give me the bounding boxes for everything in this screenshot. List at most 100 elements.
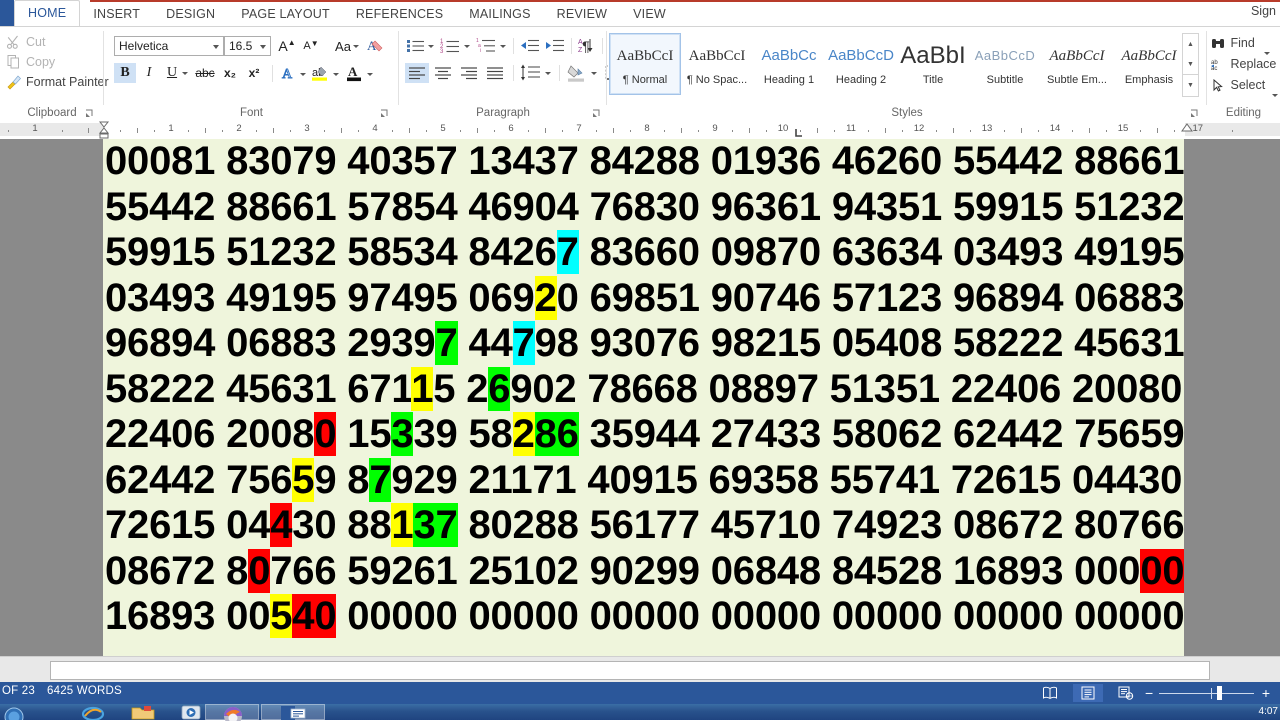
word-icon[interactable] xyxy=(261,704,325,720)
subscript-button[interactable]: x₂ xyxy=(219,63,241,83)
styles-dialog-launcher[interactable] xyxy=(1190,109,1199,118)
right-indent-marker[interactable] xyxy=(1180,123,1194,136)
line-spacing-button[interactable] xyxy=(519,63,543,83)
align-center-button[interactable] xyxy=(431,63,455,83)
document-canvas[interactable]: 00081 83079 40357 13437 84288 01936 4626… xyxy=(0,139,1280,656)
style-item-title[interactable]: AaBbI Title xyxy=(897,33,969,95)
multilevel-list-button[interactable]: 1ai xyxy=(475,36,499,55)
document-line[interactable]: 00081 83079 40357 13437 84288 01936 4626… xyxy=(103,139,1185,185)
ribbon-tab-insert[interactable]: INSERT xyxy=(80,2,153,27)
numbered-list-button[interactable]: 123 xyxy=(439,36,463,55)
ribbon-tab-references[interactable]: REFERENCES xyxy=(343,2,456,27)
font-name-combobox[interactable]: Helvetica xyxy=(114,36,224,56)
styles-scroll-up[interactable]: ▲ xyxy=(1183,34,1198,54)
ruler-tick xyxy=(222,130,223,132)
start-orb[interactable] xyxy=(0,704,32,726)
find-button[interactable]: Find xyxy=(1211,33,1271,55)
ribbon-tab-home[interactable]: HOME xyxy=(14,0,81,27)
underline-button[interactable]: U xyxy=(162,63,182,83)
text-effects-button[interactable]: A xyxy=(279,64,299,83)
web-layout-button[interactable] xyxy=(1111,684,1141,702)
document-page[interactable]: 00081 83079 40357 13437 84288 01936 4626… xyxy=(103,139,1185,656)
styles-more[interactable]: ▼ xyxy=(1183,74,1198,95)
copy-button[interactable]: Copy xyxy=(6,53,98,71)
zoom-thumb[interactable] xyxy=(1217,686,1222,700)
clipboard-dialog-launcher[interactable] xyxy=(85,109,94,118)
replace-button[interactable]: ab ac Replace xyxy=(1211,54,1276,75)
justify-button[interactable] xyxy=(483,63,507,83)
increase-indent-button[interactable] xyxy=(544,36,566,55)
internet-explorer-icon[interactable] xyxy=(70,704,116,722)
horizontal-scrollbar[interactable] xyxy=(0,656,1280,683)
document-line[interactable]: 03493 49195 97495 06920 69851 90746 5712… xyxy=(103,275,1185,322)
horizontal-ruler[interactable]: 1 1 2 3 4 5 6 7 8 9 10 11 12 13 14 15 17 xyxy=(0,120,1280,140)
styles-scrollbar[interactable]: ▲ ▼ ▼ xyxy=(1182,33,1199,97)
page-indicator[interactable]: OF 23 xyxy=(2,685,35,697)
ribbon-tab-view[interactable]: VIEW xyxy=(620,2,679,27)
style-item-heading-2[interactable]: AaBbCcD Heading 2 xyxy=(825,33,897,95)
ribbon-tab-mailings[interactable]: MAILINGS xyxy=(456,2,543,27)
shading-button[interactable] xyxy=(565,63,589,83)
ribbon-tab-page-layout[interactable]: PAGE LAYOUT xyxy=(228,2,343,27)
styles-scroll-down[interactable]: ▼ xyxy=(1183,54,1198,74)
document-line[interactable]: 22406 20080 15339 58286 35944 27433 5806… xyxy=(103,412,1185,458)
cut-button[interactable]: Cut xyxy=(6,33,98,51)
zoom-out-button[interactable]: − xyxy=(1145,685,1153,701)
document-line[interactable]: 08672 80766 59261 25102 90299 06848 8452… xyxy=(103,548,1185,595)
ruler-tick xyxy=(188,130,189,132)
style-item-no-spac[interactable]: AaBbCcI ¶ No Spac... xyxy=(681,33,753,95)
decrease-indent-button[interactable] xyxy=(519,36,541,55)
file-tab-block[interactable] xyxy=(0,0,14,27)
text-highlight-button[interactable]: ab xyxy=(310,63,332,83)
print-layout-button[interactable] xyxy=(1073,684,1103,702)
change-case-button[interactable]: Aa xyxy=(329,36,359,56)
document-line[interactable]: 62442 75659 87929 21171 40915 69358 5574… xyxy=(103,457,1184,504)
style-item-normal[interactable]: AaBbCcI ¶ Normal xyxy=(609,33,681,95)
paragraph-dialog-launcher[interactable] xyxy=(592,109,601,118)
file-explorer-icon[interactable] xyxy=(120,704,166,720)
superscript-label: x² xyxy=(248,66,260,80)
scrollbar-thumb[interactable] xyxy=(50,661,1210,680)
ruler-tick xyxy=(392,130,393,132)
font-color-button[interactable]: A xyxy=(344,63,366,83)
ribbon-tab-design[interactable]: DESIGN xyxy=(153,2,228,27)
system-clock[interactable]: 4:07 xyxy=(1259,704,1278,720)
shrink-font-button[interactable]: A ▼ xyxy=(300,36,322,56)
grow-font-button[interactable]: A ▲ xyxy=(276,36,298,56)
indent-markers[interactable] xyxy=(96,121,112,139)
tab-stop-marker[interactable] xyxy=(795,128,805,138)
superscript-button[interactable]: x² xyxy=(243,63,265,83)
styles-group-label: Styles xyxy=(891,107,923,119)
font-dialog-launcher[interactable] xyxy=(380,109,389,118)
font-size-combobox[interactable]: 16.5 xyxy=(224,36,271,56)
word-count[interactable]: 6425 WORDS xyxy=(47,685,122,697)
document-line[interactable]: 16893 00540 00000 00000 00000 00000 0000… xyxy=(103,594,1185,640)
firefox-icon[interactable] xyxy=(205,704,259,725)
style-item-heading-1[interactable]: AaBbCc Heading 1 xyxy=(753,33,825,95)
zoom-in-button[interactable]: + xyxy=(1262,685,1270,701)
style-item-subtitle[interactable]: AaBbCcD Subtitle xyxy=(969,33,1041,95)
style-preview: AaBbCcI xyxy=(1049,48,1105,64)
document-line[interactable]: 55442 88661 57854 46904 76830 96361 9435… xyxy=(103,185,1185,231)
document-line[interactable]: 72615 04430 88137 80288 56177 45710 7492… xyxy=(103,503,1185,549)
strikethrough-button[interactable]: abc xyxy=(192,63,218,83)
align-right-button[interactable] xyxy=(457,63,481,83)
show-formatting-marks-button[interactable]: ¶ xyxy=(575,36,597,55)
align-left-button[interactable] xyxy=(405,63,429,83)
clear-formatting-button[interactable]: A xyxy=(366,37,386,55)
sign-in-label[interactable]: Sign xyxy=(1251,4,1276,18)
bold-button[interactable]: B xyxy=(114,63,136,83)
style-item-emphasis[interactable]: AaBbCcI Emphasis xyxy=(1113,33,1185,95)
document-line[interactable]: 58222 45631 67115 26902 78668 08897 5135… xyxy=(103,366,1184,413)
select-button[interactable]: Select xyxy=(1211,75,1278,97)
italic-button[interactable]: I xyxy=(138,63,160,83)
zoom-track[interactable] xyxy=(1159,693,1254,694)
bullet-list-button[interactable] xyxy=(405,36,427,55)
format-painter-button[interactable]: Format Painter xyxy=(6,73,109,91)
zoom-slider[interactable]: − + xyxy=(1145,684,1270,702)
read-mode-button[interactable] xyxy=(1035,684,1065,702)
document-line[interactable]: 59915 51232 58534 84267 83660 09870 6363… xyxy=(103,230,1185,276)
document-line[interactable]: 96894 06883 29397 44798 93076 98215 0540… xyxy=(103,321,1185,367)
style-item-subtle-em[interactable]: AaBbCcI Subtle Em... xyxy=(1041,33,1113,95)
ribbon-tab-review[interactable]: REVIEW xyxy=(544,2,621,27)
